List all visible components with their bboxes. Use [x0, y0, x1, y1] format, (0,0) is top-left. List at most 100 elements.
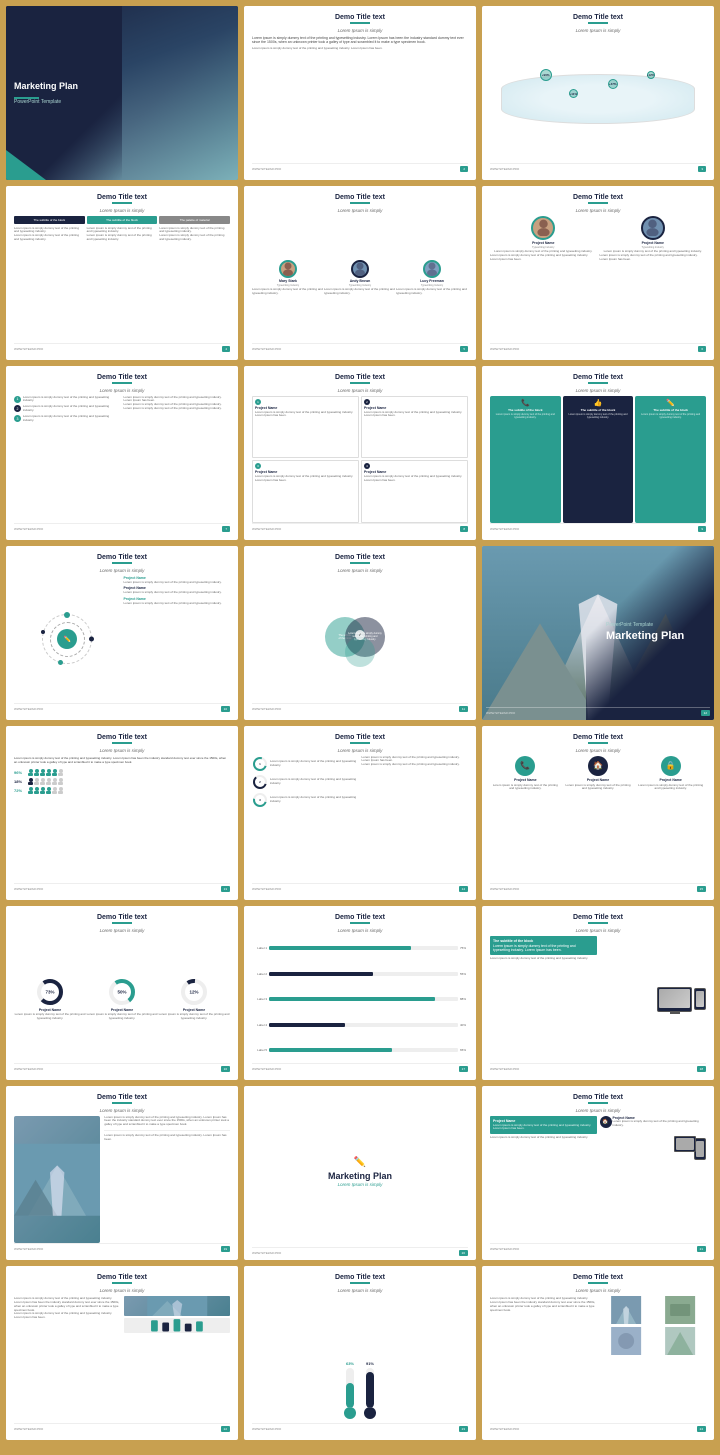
slide-15-col-1: 📞 Project Name Lorem ipsum is simply dum…: [490, 756, 561, 792]
slide-4-footer: WWW.SITEZAR.PRO 4: [14, 343, 230, 352]
slide-1-cover: Marketing Plan PowerPoint Template: [6, 6, 238, 180]
stat-row-1: 96%: [14, 769, 230, 776]
pencil-large-icon: ✏️: [354, 1157, 366, 1168]
slide-14-divider: [350, 742, 370, 744]
slide-17-bars: Label 1 75% Label 2 55% Label 3 88% Labe…: [252, 936, 468, 1064]
slide-13: Demo Title text Lorem Ipsum is simply Lo…: [6, 726, 238, 900]
slide-6-footer: WWW.SITEZAR.PRO 6: [490, 343, 706, 352]
slide-15-footer: WWW.SITEZAR.PRO 15: [490, 883, 706, 892]
slide-10-text: Project Name Lorem ipsum is simply dummy…: [124, 576, 231, 704]
profile-1: Mary Stark Typewriting Industry Lorem ip…: [252, 260, 324, 296]
slide-14-footer: WWW.SITEZAR.PRO 14: [252, 883, 468, 892]
profile-2: Andy Brown Typewriting Industry Lorem ip…: [324, 260, 396, 296]
bar-fill-3: [269, 997, 435, 1001]
slide-11-footer: WWW.SITEZAR.PRO 11: [252, 703, 468, 712]
cover-title: Marketing Plan: [14, 81, 230, 91]
slide-17-divider: [350, 922, 370, 924]
slide-4-tabs: The subtitle of the block The subtitle o…: [14, 216, 230, 224]
slide-7-cols: 1 Lorem ipsum is simply dummy text of th…: [14, 396, 230, 524]
slide-8: Demo Title text Lorem Ipsum is simply 1 …: [244, 366, 476, 540]
bullet-row-1: 1 Lorem ipsum is simply dummy text of th…: [14, 396, 121, 404]
slide-5-profiles: Mary Stark Typewriting Industry Lorem ip…: [252, 216, 468, 342]
slide-21-col-2: 🏠 Project Name Lorem ipsum is simply dum…: [600, 1116, 707, 1244]
slide-19-text: Lorem ipsum is simply dummy text of the …: [104, 1116, 230, 1244]
monitor-icon: [657, 987, 692, 1012]
marketing-plan-title: Marketing Plan: [606, 630, 706, 643]
slide-24-content: Lorem ipsum is simply dummy text of the …: [490, 1296, 706, 1424]
slide-15-subtitle: Lorem Ipsum is simply: [490, 748, 706, 753]
slide-15-col-2: 🏠 Project Name Lorem ipsum is simply dum…: [563, 756, 634, 792]
stat-3: +12%: [647, 71, 655, 79]
slide-10: Demo Title text Lorem Ipsum is simply ✏️: [6, 546, 238, 720]
phone-icon: 📞: [521, 399, 530, 407]
bar-3: Label 3 88%: [252, 997, 468, 1001]
bar-fill-2: [269, 972, 373, 976]
bar-fill-1: [269, 946, 411, 950]
tab-2[interactable]: The subtitle of the block: [87, 216, 158, 224]
slide-21: Demo Title text Lorem Ipsum is simply Pr…: [482, 1086, 714, 1260]
donut-3-wrap: 12% Project Name Lorem ipsum is simply d…: [158, 978, 230, 1021]
slide-19-subtitle: Lorem Ipsum is simply: [14, 1108, 230, 1113]
slide-6-subtitle: Lorem Ipsum is simply: [490, 208, 706, 213]
progress-ring-1: 1: [252, 756, 268, 772]
slide-4: Demo Title text Lorem Ipsum is simply Th…: [6, 186, 238, 360]
col-3: Lorem ipsum is simply dummy text of the …: [159, 227, 230, 344]
profile-large-2: [641, 216, 665, 240]
slide-23-thermo: 63% 91%: [252, 1296, 468, 1424]
slide-10-content: ✏️ Project Name Lorem ipsum is simply du…: [14, 576, 230, 704]
slide-9-title: Demo Title text: [490, 374, 706, 381]
slide-20-title: Marketing Plan: [328, 1171, 392, 1181]
slide-16-title: Demo Title text: [14, 914, 230, 921]
donut-1-wrap: 73% Project Name Lorem ipsum is simply d…: [14, 978, 86, 1021]
cover-subtitle: PowerPoint Template: [14, 99, 230, 105]
slide-2-footer: WWW.SITEZAR.PRO 2: [252, 163, 468, 172]
slide-23: Demo Title text Lorem Ipsum is simply 63…: [244, 1266, 476, 1440]
slide-4-divider: [112, 202, 132, 204]
slide-22-footer: WWW.SITEZAR.PRO 22: [14, 1423, 230, 1432]
card-4: 4 Project Name Lorem ipsum is simply dum…: [361, 460, 468, 523]
teal-info-block: Project Name Lorem ipsum is simply dummy…: [490, 1116, 597, 1135]
slide-24-title: Demo Title text: [490, 1274, 706, 1281]
slide-23-divider: [350, 1282, 370, 1284]
home-icon: 🏠: [593, 761, 603, 770]
slide-9-boxes: 📞 The subtitle of the block Lorem ipsum …: [490, 396, 706, 524]
col-profile-2: Project Name Typewriting Industry Lorem …: [600, 216, 707, 263]
slide-19-content: Lorem ipsum is simply dummy text of the …: [14, 1116, 230, 1244]
slide-3: Demo Title text Lorem Ipsum is simply +9…: [482, 6, 714, 180]
tab-3[interactable]: The palette of material: [159, 216, 230, 224]
slide-17-subtitle: Lorem Ipsum is simply: [252, 928, 468, 933]
slide-2-title: Demo Title text: [252, 14, 468, 21]
slide-2-subtitle: Lorem Ipsum is simply: [252, 28, 468, 33]
slide-7: Demo Title text Lorem Ipsum is simply 1 …: [6, 366, 238, 540]
profile-1-avatar: [279, 260, 297, 278]
tab-1[interactable]: The subtitle of the block: [14, 216, 85, 224]
slide-9-divider: [588, 382, 608, 384]
slide-23-footer: WWW.SITEZAR.PRO 23: [252, 1423, 468, 1432]
profile-2-avatar: [351, 260, 369, 278]
donut-2-label: 50%: [117, 989, 126, 994]
slide-14-text: Lorem ipsum is simply dummy text of the …: [362, 756, 469, 884]
phone-mockup-sm: [600, 1130, 707, 1160]
icon-circle-3: 🔒: [661, 756, 681, 776]
circle-item-3: 3 Lorem ipsum is simply dummy text of th…: [252, 792, 359, 808]
icon-text-row: 🏠 Project Name Lorem ipsum is simply dum…: [600, 1116, 707, 1128]
slide-21-content: Project Name Lorem ipsum is simply dummy…: [490, 1116, 706, 1244]
slide-3-title: Demo Title text: [490, 14, 706, 21]
thumb-3: [600, 1327, 652, 1355]
donut-3-label: 12%: [189, 989, 198, 994]
slide-18-devices: [600, 936, 707, 1064]
slide-14-content: 1 Lorem ipsum is simply dummy text of th…: [252, 756, 468, 884]
slide-22-title: Demo Title text: [14, 1274, 230, 1281]
slide-20: ✏️ Marketing Plan Lorem Ipsum is simply …: [244, 1086, 476, 1260]
col-profile-1: Project Name Typewriting Industry Lorem …: [490, 216, 597, 263]
slide-20-subtitle: Lorem Ipsum is simply: [338, 1182, 383, 1187]
slide-8-divider: [350, 382, 370, 384]
slide-22-chart: [124, 1318, 231, 1333]
slide-13-footer: WWW.SITEZAR.PRO 13: [14, 883, 230, 892]
card-1: 1 Project Name Lorem ipsum is simply dum…: [252, 396, 359, 459]
slide-5-footer: WWW.SITEZAR.PRO 5: [252, 343, 468, 352]
slide-21-divider: [588, 1102, 608, 1104]
slide-14-title: Demo Title text: [252, 734, 468, 741]
slide-2-text2: Lorem ipsum is simply dummy text of the …: [252, 47, 468, 51]
person-svg-2: [354, 262, 366, 276]
